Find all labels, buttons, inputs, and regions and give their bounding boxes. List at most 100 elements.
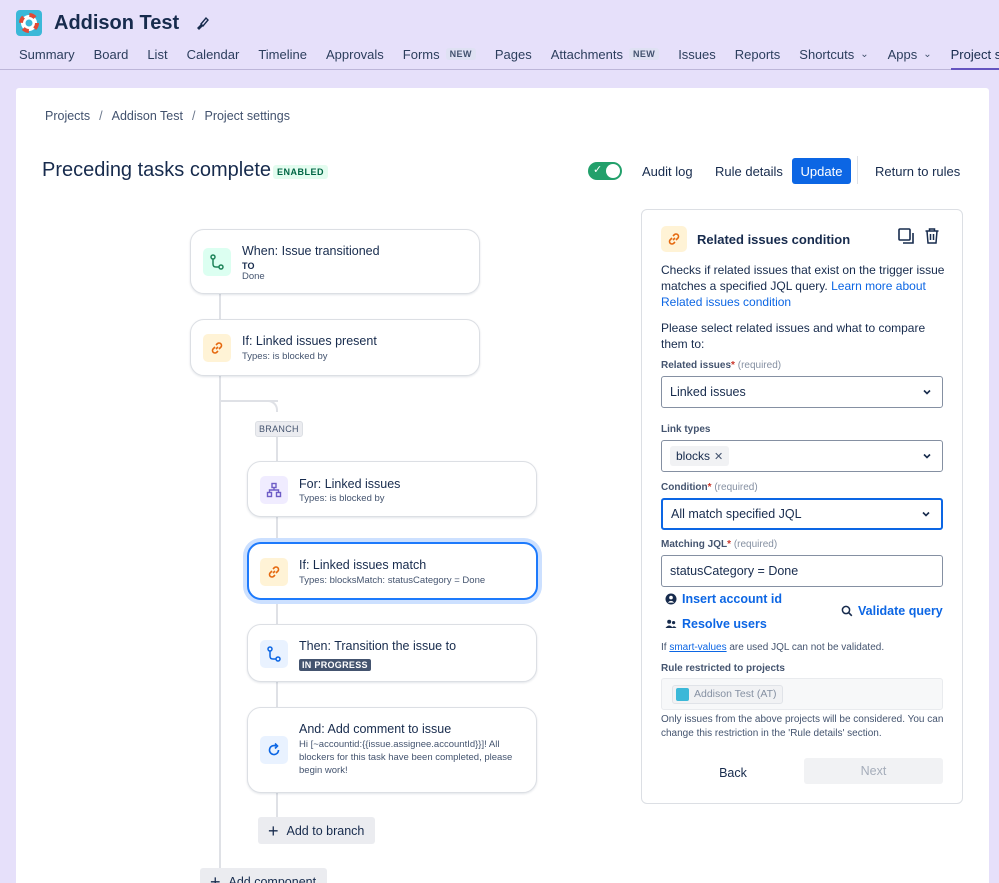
status-lozenge: IN PROGRESS [299,659,371,671]
transition-title: Then: Transition the issue to [299,639,457,653]
nav-project-settings[interactable]: Project settings [950,40,999,70]
breadcrumb-project[interactable]: Addison Test [112,109,183,123]
matching-jql-label: Matching JQL* (required) [661,539,778,550]
transition-icon [260,640,288,668]
remove-icon[interactable]: ✕ [714,450,723,463]
condition-title: If: Linked issues present [242,334,377,348]
nav-pages[interactable]: Pages [495,40,532,68]
match-sub: Types: blocksMatch: statusCategory = Don… [299,575,486,586]
branch-title: For: Linked issues [299,477,401,491]
transition-icon [203,248,231,276]
resolve-users-button[interactable]: Resolve users [665,617,767,631]
comment-card[interactable]: And: Add comment to issue Hi [~accountid… [247,707,537,793]
nav-calendar[interactable]: Calendar [187,40,240,68]
return-to-rules-button[interactable]: Return to rules [865,158,970,184]
check-icon: ✓ [593,164,603,176]
nav-timeline[interactable]: Timeline [258,40,307,68]
comment-body: Hi [~accountid:{{issue.assignee.accountI… [299,739,513,776]
paint-brush-icon[interactable] [195,16,210,30]
flow-connector [276,516,278,542]
copy-icon[interactable] [897,227,915,245]
match-card[interactable]: If: Linked issues match Types: blocksMat… [247,542,538,600]
add-to-branch-button[interactable]: + Add to branch [258,817,375,844]
match-title: If: Linked issues match [299,558,427,572]
search-icon [841,605,853,617]
rule-details-button[interactable]: Rule details [705,158,793,184]
panel-title: Related issues condition [697,231,851,247]
status-badge: ENABLED [273,165,329,179]
toggle-knob [606,164,620,178]
link-type-chip[interactable]: blocks ✕ [670,446,730,466]
nav-summary[interactable]: Summary [19,40,75,68]
comment-refresh-icon [260,736,288,764]
user-circle-icon [665,593,677,605]
condition-sub: Types: is blocked by [242,351,328,362]
link-icon [203,334,231,362]
next-button[interactable]: Next [804,758,943,784]
breadcrumb: Projects / Addison Test / Project settin… [45,109,290,123]
nav-shortcuts[interactable]: Shortcuts ⌄ [799,40,868,68]
validate-query-button[interactable]: Validate query [841,604,943,618]
restriction-note: Only issues from the above projects will… [661,714,944,739]
related-issues-label: Related issues* (required) [661,360,782,371]
branch-sub: Types: is blocked by [299,493,385,504]
flow-connector [276,437,278,462]
flow-connector [276,600,278,624]
lifebuoy-icon [19,13,39,33]
nav-issues[interactable]: Issues [678,40,716,68]
project-nav: Summary Board List Calendar Timeline App… [0,40,999,70]
restricted-projects-label: Rule restricted to projects [661,663,785,674]
nav-reports[interactable]: Reports [735,40,781,68]
back-button[interactable]: Back [698,760,768,786]
trigger-title: When: Issue transitioned [242,244,380,258]
flow-connector [276,792,278,817]
jql-input[interactable] [661,555,943,587]
insert-account-id-button[interactable]: Insert account id [665,592,782,606]
condition-select[interactable]: All match specified JQL [661,498,943,530]
project-pill: Addison Test (AT) [672,684,784,704]
nav-board[interactable]: Board [94,40,129,68]
project-avatar[interactable] [16,10,42,36]
nav-apps[interactable]: Apps ⌄ [888,40,932,68]
smart-values-link[interactable]: smart-values [669,642,726,653]
condition-label: Condition* (required) [661,482,758,493]
rule-enabled-toggle[interactable]: ✓ [588,162,622,180]
users-icon [665,619,677,628]
add-component-button[interactable]: + Add component [200,868,327,883]
hierarchy-icon [260,476,288,504]
transition-card[interactable]: Then: Transition the issue to IN PROGRES… [247,624,537,682]
chevron-down-icon [923,389,931,395]
new-badge: NEW [628,48,660,60]
panel-header: Related issues condition [661,226,850,252]
nav-approvals[interactable]: Approvals [326,40,384,68]
link-types-select[interactable]: blocks ✕ [661,440,943,472]
comment-title: And: Add comment to issue [299,722,452,736]
trash-icon[interactable] [923,227,941,245]
related-issues-select[interactable]: Linked issues [661,376,943,408]
breadcrumb-separator: / [192,109,196,123]
panel-description: Checks if related issues that exist on t… [661,263,945,309]
branch-card[interactable]: For: Linked issues Types: is blocked by [247,461,537,517]
panel-prompt: Please select related issues and what to… [661,321,926,351]
flow-connector [276,682,278,707]
plus-icon: + [268,820,279,841]
chevron-down-icon [923,453,931,459]
nav-forms[interactable]: Forms NEW [403,40,476,68]
breadcrumb-settings[interactable]: Project settings [204,109,289,123]
nav-attachments[interactable]: Attachments NEW [551,40,660,68]
main-panel: Projects / Addison Test / Project settin… [16,88,989,883]
smart-values-note: If smart-values are used JQL can not be … [661,642,885,653]
to-label: TO [242,261,255,271]
trigger-card[interactable]: When: Issue transitioned TO Done [190,229,480,294]
restricted-projects-field: Addison Test (AT) [661,678,943,710]
flow-connector [219,293,221,320]
breadcrumb-projects[interactable]: Projects [45,109,90,123]
condition-card[interactable]: If: Linked issues present Types: is bloc… [190,319,480,376]
link-icon [661,226,687,252]
component-config-panel: Related issues condition Checks if relat… [641,209,963,804]
update-button[interactable]: Update [792,158,851,184]
audit-log-button[interactable]: Audit log [632,158,703,184]
nav-list[interactable]: List [147,40,167,68]
chevron-down-icon [922,511,930,517]
divider [857,156,858,184]
